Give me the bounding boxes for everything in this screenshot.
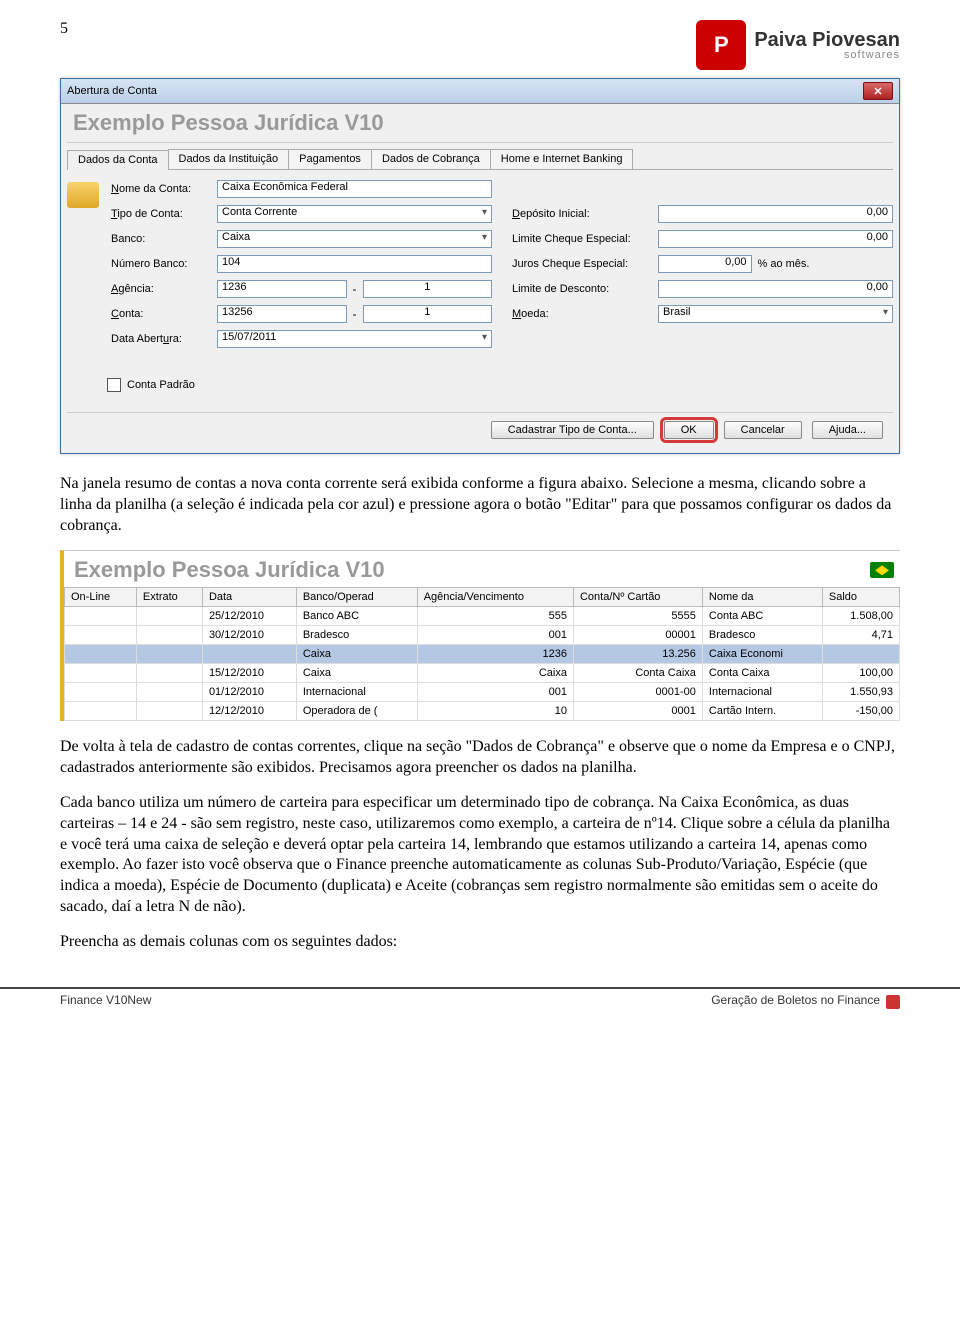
input-conta-dv[interactable]: 1	[363, 305, 493, 323]
table-row[interactable]: 01/12/2010Internacional0010001-00Interna…	[65, 683, 900, 702]
folder-icon	[67, 180, 103, 348]
juros-suffix: % ao mês.	[758, 258, 810, 270]
col-nome[interactable]: Nome da	[702, 588, 822, 607]
footer-right: Geração de Boletos no Finance	[711, 993, 880, 1007]
logo-mark-icon: P	[696, 20, 746, 70]
input-conta[interactable]: 13256	[217, 305, 347, 323]
table-row[interactable]: 12/12/2010Operadora de (100001Cartão Int…	[65, 702, 900, 721]
input-nome-conta[interactable]: Caixa Econômica Federal	[217, 180, 492, 198]
btn-ok[interactable]: OK	[664, 421, 714, 439]
footer-mark-icon	[886, 995, 900, 1009]
input-agencia[interactable]: 1236	[217, 280, 347, 298]
table-window-title: Exemplo Pessoa Jurídica V10	[74, 557, 385, 583]
footer-left: Finance V10New	[60, 993, 151, 1007]
paragraph-4: Preencha as demais colunas com os seguin…	[60, 932, 900, 953]
table-window: Exemplo Pessoa Jurídica V10 On-Line Extr…	[60, 550, 900, 721]
checkbox-conta-padrao[interactable]	[107, 378, 121, 392]
btn-cancelar[interactable]: Cancelar	[724, 421, 802, 439]
tab-dados-cobranca[interactable]: Dados de Cobrança	[371, 149, 491, 169]
col-saldo[interactable]: Saldo	[822, 588, 899, 607]
input-deposito-inicial[interactable]: 0,00	[658, 205, 893, 223]
logo: P Paiva Piovesan softwares	[696, 20, 900, 70]
select-banco[interactable]: Caixa	[217, 230, 492, 248]
btn-ajuda[interactable]: Ajuda...	[812, 421, 883, 439]
dialog-tabs: Dados da Conta Dados da Instituição Paga…	[67, 149, 893, 170]
input-numero-banco[interactable]: 104	[217, 255, 492, 273]
col-extrato[interactable]: Extrato	[136, 588, 202, 607]
flag-brazil-icon	[870, 562, 894, 578]
tab-dados-conta[interactable]: Dados da Conta	[67, 150, 169, 170]
page-number: 5	[60, 20, 68, 38]
label-numero-banco: Número Banco:	[111, 258, 211, 270]
label-limite-desconto: Limite de Desconto:	[512, 283, 652, 295]
label-limite-cheque: Limite Cheque Especial:	[512, 233, 652, 245]
page-footer: Finance V10New Geração de Boletos no Fin…	[0, 987, 960, 1015]
input-limite-cheque[interactable]: 0,00	[658, 230, 893, 248]
accounts-table: On-Line Extrato Data Banco/Operad Agênci…	[64, 587, 900, 721]
dialog-section-title: Exemplo Pessoa Jurídica V10	[67, 108, 893, 143]
label-deposito-inicial: Depósito Inicial:	[512, 208, 652, 220]
dialog-abertura-conta: Abertura de Conta ✕ Exemplo Pessoa Juríd…	[60, 78, 900, 454]
close-button[interactable]: ✕	[863, 82, 893, 100]
select-tipo-conta[interactable]: Conta Corrente	[217, 205, 492, 223]
label-conta-padrao: Conta Padrão	[127, 379, 195, 391]
paragraph-2: De volta à tela de cadastro de contas co…	[60, 737, 900, 779]
label-agencia: Agência:	[111, 283, 211, 295]
label-juros-cheque: Juros Cheque Especial:	[512, 258, 652, 270]
table-row[interactable]: Caixa123613.256Caixa Economi	[65, 645, 900, 664]
input-agencia-dv[interactable]: 1	[363, 280, 493, 298]
tab-pagamentos[interactable]: Pagamentos	[288, 149, 372, 169]
col-online[interactable]: On-Line	[65, 588, 137, 607]
dialog-title: Abertura de Conta	[67, 85, 157, 97]
tab-dados-instituicao[interactable]: Dados da Instituição	[168, 149, 290, 169]
paragraph-1: Na janela resumo de contas a nova conta …	[60, 474, 900, 536]
table-row[interactable]: 30/12/2010Bradesco00100001Bradesco4,71	[65, 626, 900, 645]
paragraph-3: Cada banco utiliza um número de carteira…	[60, 793, 900, 918]
label-tipo-conta: Tipo de Conta:	[111, 208, 211, 220]
btn-cadastrar-tipo[interactable]: Cadastrar Tipo de Conta...	[491, 421, 654, 439]
label-conta: Conta:	[111, 308, 211, 320]
input-juros-cheque[interactable]: 0,00	[658, 255, 752, 273]
table-row[interactable]: 15/12/2010CaixaCaixaConta CaixaConta Cai…	[65, 664, 900, 683]
col-agencia[interactable]: Agência/Vencimento	[417, 588, 573, 607]
label-nome-conta: Nome da Conta:	[111, 183, 211, 195]
tab-home-internet[interactable]: Home e Internet Banking	[490, 149, 634, 169]
col-banco[interactable]: Banco/Operad	[296, 588, 417, 607]
table-row[interactable]: 25/12/2010Banco ABC5555555Conta ABC1.508…	[65, 607, 900, 626]
select-moeda[interactable]: Brasil	[658, 305, 893, 323]
label-banco: Banco:	[111, 233, 211, 245]
input-limite-desconto[interactable]: 0,00	[658, 280, 893, 298]
label-data-abertura: Data Abertura:	[111, 333, 211, 345]
logo-name: Paiva Piovesan	[754, 30, 900, 50]
logo-subtitle: softwares	[754, 50, 900, 61]
col-data[interactable]: Data	[202, 588, 296, 607]
col-conta[interactable]: Conta/Nº Cartão	[573, 588, 702, 607]
select-data-abertura[interactable]: 15/07/2011	[217, 330, 492, 348]
label-moeda: Moeda:	[512, 308, 652, 320]
